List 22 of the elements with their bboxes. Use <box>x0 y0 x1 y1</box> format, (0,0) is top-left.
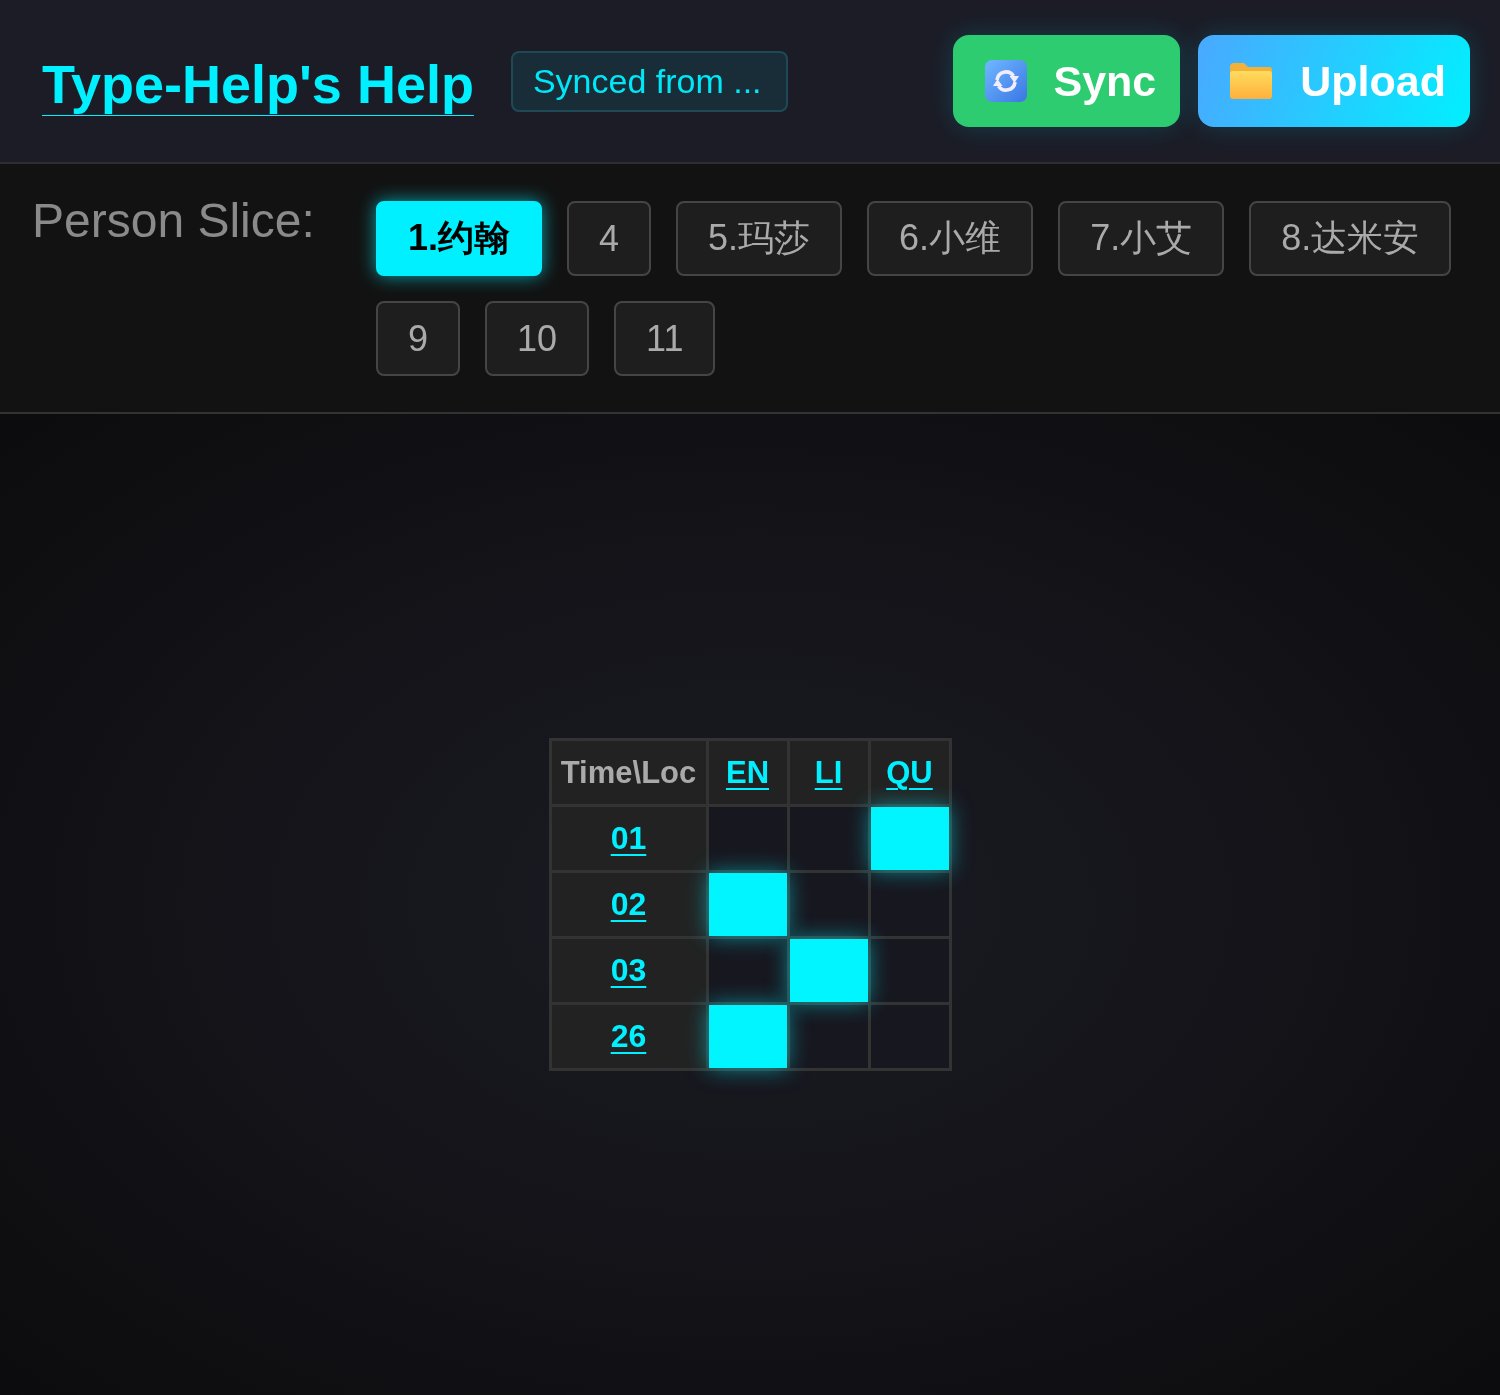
person-slice-label: Person Slice: <box>32 197 316 245</box>
title-link[interactable]: Type-Help's Help <box>42 51 474 117</box>
row-header-link[interactable]: 02 <box>610 886 647 923</box>
person-chip[interactable]: 6.小维 <box>867 201 1034 276</box>
person-chip[interactable]: 4 <box>567 201 652 276</box>
person-chip[interactable]: 9 <box>376 301 461 376</box>
row-header-link[interactable]: 01 <box>610 820 647 857</box>
sync-icon <box>984 60 1027 102</box>
person-chip[interactable]: 7.小艾 <box>1058 201 1225 276</box>
person-chip[interactable]: 10 <box>485 301 590 376</box>
person-chip[interactable]: 5.玛莎 <box>676 201 843 276</box>
person-chip[interactable]: 1.约翰 <box>376 201 543 276</box>
person-chip[interactable]: 8.达米安 <box>1249 201 1452 276</box>
row-header-link[interactable]: 26 <box>610 1018 647 1055</box>
folder-icon <box>1229 62 1274 100</box>
column-header-link[interactable]: QU <box>886 754 933 791</box>
person-chip[interactable]: 11 <box>614 301 716 376</box>
column-header-link[interactable]: LI <box>814 754 843 791</box>
column-header-link[interactable]: EN <box>725 754 770 791</box>
row-header-link[interactable]: 03 <box>610 952 647 989</box>
sync-status-badge: Synced from ... <box>510 50 788 112</box>
table-header-cell: Time\Loc <box>551 741 706 804</box>
